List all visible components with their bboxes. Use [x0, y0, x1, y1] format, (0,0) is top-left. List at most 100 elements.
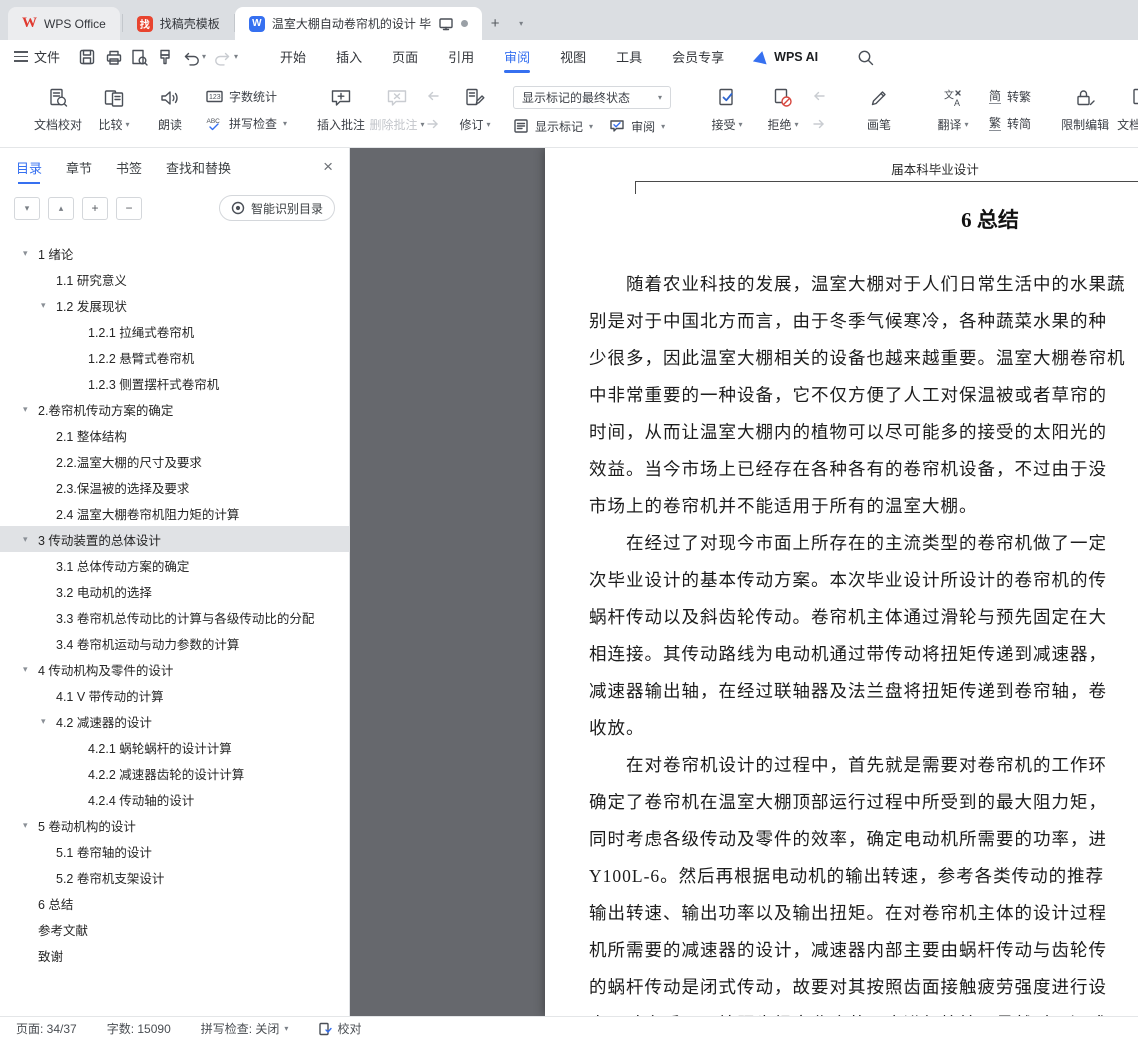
toc-item[interactable]: 2.4 温室大棚卷帘机阻力矩的计算 [0, 500, 349, 526]
toc-item[interactable]: 4.2.2 减速器齿轮的设计计算 [0, 760, 349, 786]
toc-item[interactable]: 1.2.3 侧置摆杆式卷帘机 [0, 370, 349, 396]
review-pane-button[interactable]: 审阅 ▾ [609, 118, 665, 135]
expander-icon[interactable]: ▾ [23, 404, 28, 415]
reject-button[interactable]: 拒绝 ▾ [755, 77, 811, 143]
caret-down-icon[interactable]: ▾ [234, 52, 238, 61]
tab-wps-office[interactable]: W WPS Office [8, 7, 120, 40]
expand-all-button[interactable]: ▴ [48, 196, 74, 220]
to-simplified-button[interactable]: 繁 转简 [989, 115, 1031, 132]
toc-item[interactable]: 1.2.1 拉绳式卷帘机 [0, 318, 349, 344]
compare-button[interactable]: 比较 ▾ [86, 77, 142, 143]
expander-icon[interactable]: ▾ [23, 534, 28, 545]
undo-button[interactable] [178, 45, 204, 69]
toc-item[interactable]: 2.2.温室大棚的尺寸及要求 [0, 448, 349, 474]
tab-current-document[interactable]: W 温室大棚自动卷帘机的设计 毕 [234, 7, 483, 40]
tab-template-doc[interactable]: 找 找稿壳模板 [123, 7, 234, 40]
toc-item[interactable]: 2.3.保温被的选择及要求 [0, 474, 349, 500]
next-revision-icon[interactable] [811, 116, 827, 132]
print-button[interactable] [100, 45, 126, 69]
toc-item[interactable]: 3.3 卷帘机总传动比的计算与各级传动比的分配 [0, 604, 349, 630]
smart-toc-button[interactable]: 智能识别目录 [218, 195, 335, 221]
expander-icon[interactable]: ▾ [23, 664, 28, 675]
toc-item[interactable]: ▾ 2.卷帘机传动方案的确定 [0, 396, 349, 422]
sidebar-tab-toc[interactable]: 目录 [16, 148, 42, 186]
toc-item[interactable]: 5.2 卷帘机支架设计 [0, 864, 349, 890]
expander-icon[interactable]: ▾ [23, 248, 28, 259]
menu-tab-tools[interactable]: 工具 [616, 40, 642, 73]
sidebar-tab-bookmarks[interactable]: 书签 [116, 148, 142, 186]
document-canvas[interactable]: 届本科毕业设计 6 总结 随着农业科技的发展，温室大棚对于人们日常生活中的水果蔬… [350, 148, 1138, 1016]
read-aloud-button[interactable]: 朗读 [142, 77, 198, 143]
share-screen-icon[interactable] [438, 16, 454, 32]
toc-item[interactable]: ▾ 3 传动装置的总体设计 [0, 526, 349, 552]
file-menu[interactable]: 文件 [14, 47, 74, 66]
wps-ai-button[interactable]: WPS AI [753, 49, 818, 64]
word-count-indicator[interactable]: 字数: 15090 [107, 1020, 171, 1037]
toc-item[interactable]: 4.2.1 蜗轮蜗杆的设计计算 [0, 734, 349, 760]
zoom-out-toc-button[interactable]: − [116, 196, 142, 220]
toc-item[interactable]: 1.2.2 悬臂式卷帘机 [0, 344, 349, 370]
translate-button[interactable]: 文A 翻译 ▾ [925, 77, 981, 143]
markup-state-select[interactable]: 显示标记的最终状态 ▾ [513, 85, 672, 109]
traditional-badge-icon: 繁 [989, 115, 1002, 131]
menu-tab-reference[interactable]: 引用 [448, 40, 474, 73]
toc-item[interactable]: 1.1 研究意义 [0, 266, 349, 292]
toc-item[interactable]: ▾ 4 传动机构及零件的设计 [0, 656, 349, 682]
search-button[interactable] [852, 45, 878, 69]
expander-icon[interactable]: ▾ [41, 300, 46, 311]
toc-item[interactable]: 4.1 V 带传动的计算 [0, 682, 349, 708]
toc-item[interactable]: ▾ 4.2 减速器的设计 [0, 708, 349, 734]
menu-tab-insert[interactable]: 插入 [336, 40, 362, 73]
caret-down-icon[interactable]: ▾ [202, 52, 206, 61]
to-traditional-button[interactable]: 简 转繁 [989, 88, 1031, 105]
spell-check-button[interactable]: ABC 拼写检查 ▾ [206, 115, 288, 132]
toc-item[interactable]: ▾ 1 绪论 [0, 240, 349, 266]
toc-item[interactable]: 3.1 总体传动方案的确定 [0, 552, 349, 578]
toc-item[interactable]: 参考文献 [0, 916, 349, 942]
pen-button[interactable]: 画笔 [851, 77, 907, 143]
show-markup-button[interactable]: 显示标记 ▾ [513, 118, 593, 135]
toc-item[interactable]: 5.1 卷帘轴的设计 [0, 838, 349, 864]
toc-item[interactable]: ▾ 5 卷动机构的设计 [0, 812, 349, 838]
insert-comment-button[interactable]: 插入批注 [313, 77, 369, 143]
redo-button[interactable] [210, 45, 236, 69]
next-comment-icon[interactable] [425, 116, 441, 132]
document-page[interactable]: 届本科毕业设计 6 总结 随着农业科技的发展，温室大棚对于人们日常生活中的水果蔬… [545, 148, 1138, 1016]
doc-proofread-button[interactable]: 文档校对 [30, 77, 86, 143]
toc-item[interactable]: 3.4 卷帘机运动与动力参数的计算 [0, 630, 349, 656]
sidebar-tab-chapters[interactable]: 章节 [66, 148, 92, 186]
toc-item[interactable]: 4.2.4 传动轴的设计 [0, 786, 349, 812]
restrict-edit-button[interactable]: 限制编辑 [1057, 77, 1113, 143]
toc-item[interactable]: 致谢 [0, 942, 349, 968]
spellcheck-toggle[interactable]: 拼写检查: 关闭 ▾ [201, 1020, 289, 1037]
previous-revision-icon[interactable] [811, 88, 827, 104]
zoom-in-toc-button[interactable]: + [82, 196, 108, 220]
format-painter-button[interactable] [152, 45, 178, 69]
track-changes-button[interactable]: 修订 ▾ [447, 77, 503, 143]
tab-list-dropdown[interactable]: ▾ [508, 10, 534, 36]
toc-item[interactable]: 6 总结 [0, 890, 349, 916]
proofread-button[interactable]: 校对 [318, 1020, 361, 1037]
toc-item[interactable]: 2.1 整体结构 [0, 422, 349, 448]
sidebar-tab-find-replace[interactable]: 查找和替换 [166, 148, 231, 186]
close-sidebar-icon[interactable]: × [323, 157, 333, 177]
delete-comment-button[interactable]: 删除批注 ▾ [369, 77, 425, 143]
menu-tab-page[interactable]: 页面 [392, 40, 418, 73]
save-button[interactable] [74, 45, 100, 69]
menu-tab-home[interactable]: 开始 [280, 40, 306, 73]
previous-comment-icon[interactable] [425, 88, 441, 104]
encrypt-doc-button[interactable]: 文档加密 [1113, 77, 1138, 143]
menu-tab-view[interactable]: 视图 [560, 40, 586, 73]
print-preview-button[interactable] [126, 45, 152, 69]
menu-tab-review[interactable]: 审阅 [504, 40, 530, 73]
word-count-button[interactable]: 123 字数统计 [206, 88, 287, 105]
new-tab-button[interactable]: + [482, 10, 508, 36]
toc-item[interactable]: 3.2 电动机的选择 [0, 578, 349, 604]
expander-icon[interactable]: ▾ [23, 820, 28, 831]
accept-button[interactable]: 接受 ▾ [699, 77, 755, 143]
collapse-all-button[interactable]: ▾ [14, 196, 40, 220]
page-indicator[interactable]: 页面: 34/37 [16, 1020, 77, 1037]
toc-item[interactable]: ▾ 1.2 发展现状 [0, 292, 349, 318]
expander-icon[interactable]: ▾ [41, 716, 46, 727]
menu-tab-membership[interactable]: 会员专享 [672, 40, 724, 73]
